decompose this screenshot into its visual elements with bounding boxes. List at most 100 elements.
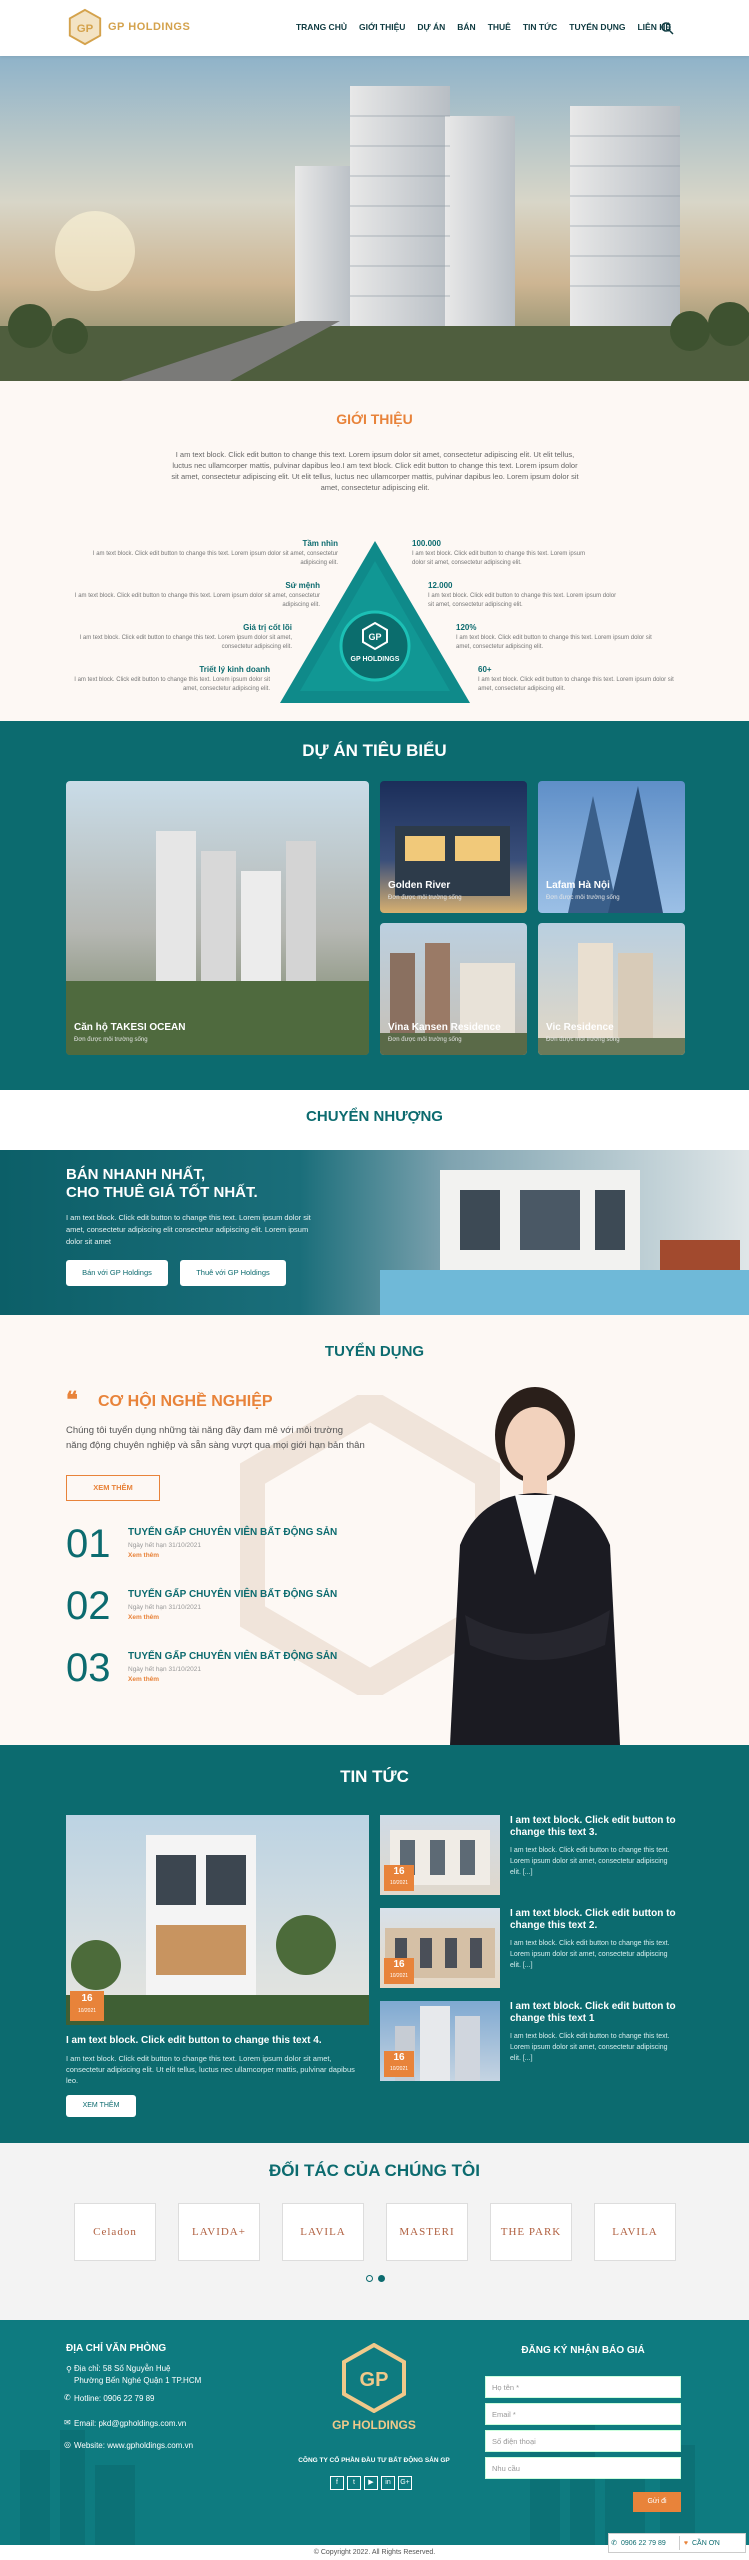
- job-more-link[interactable]: Xem thêm: [128, 1676, 159, 1683]
- project-card[interactable]: Lafam Hà Nội Đơn được môi trường sống: [538, 781, 685, 913]
- search-icon[interactable]: [660, 21, 674, 35]
- nav-item-rent[interactable]: THUÊ: [482, 22, 517, 32]
- date-month: 10/2021: [389, 1880, 409, 1886]
- job-item[interactable]: 01 TUYỂN GẤP CHUYÊN VIÊN BẤT ĐỘNG SẢN Ng…: [66, 1523, 396, 1571]
- partner-logo[interactable]: LAVILA: [282, 2203, 364, 2261]
- news-main-title[interactable]: I am text block. Click edit button to ch…: [66, 2035, 369, 2046]
- carousel-dot[interactable]: [366, 2275, 373, 2282]
- recruit-section: TUYỂN DỤNG ❝ CƠ HỘI NGHỀ NGHIỆP Chúng tô…: [0, 1315, 749, 1745]
- partner-logo[interactable]: LAVILA: [594, 2203, 676, 2261]
- intro-text: I am text block. Click edit button to ch…: [171, 450, 579, 492]
- email-field[interactable]: Email *: [485, 2403, 681, 2425]
- footer-logo-text: GP HOLDINGS: [332, 2418, 416, 2432]
- partner-logo[interactable]: THE PARK: [490, 2203, 572, 2261]
- transfer-section: CHUYỂN NHƯỢNG BÁN NHANH NHẤT, CHO THUÊ G…: [0, 1090, 749, 1315]
- project-card[interactable]: Golden River Đơn được môi trường sống: [380, 781, 527, 913]
- nav-item-recruit[interactable]: TUYỂN DỤNG: [563, 22, 631, 32]
- floating-phone[interactable]: 0906 22 79 89: [619, 2540, 679, 2547]
- intro-left-title: Giá trị cốt lõi: [243, 623, 292, 632]
- rent-button[interactable]: Thuê với GP Holdings: [180, 1260, 286, 1286]
- logo-text: GP HOLDINGS: [108, 21, 191, 33]
- intro-right-title: 120%: [456, 623, 477, 632]
- news-item-text: I am text block. Click edit button to ch…: [510, 2033, 670, 2062]
- intro-left-title: Triết lý kinh doanh: [199, 665, 270, 674]
- date-badge: 16 10/2021: [384, 1958, 414, 1984]
- floating-chat[interactable]: CẦN ƠN: [692, 2540, 720, 2547]
- date-month: 10/2021: [77, 2008, 97, 2014]
- job-title[interactable]: TUYỂN GẤP CHUYÊN VIÊN BẤT ĐỘNG SẢN: [128, 1589, 337, 1600]
- main-nav: TRANG CHỦ GIỚI THIỆU DỰ ÁN BÁN THUÊ TIN …: [290, 22, 677, 32]
- youtube-icon[interactable]: ▶: [364, 2476, 378, 2490]
- intro-left-text: I am text block. Click edit button to ch…: [74, 677, 270, 692]
- heart-icon: ♥: [683, 2539, 689, 2547]
- date-badge: 16 10/2021: [384, 1865, 414, 1891]
- name-field[interactable]: Họ tên *: [485, 2376, 681, 2398]
- job-title[interactable]: TUYỂN GẤP CHUYÊN VIÊN BẤT ĐỘNG SẢN: [128, 1527, 337, 1538]
- carousel-dot-active[interactable]: [378, 2275, 385, 2282]
- svg-text:GP: GP: [368, 632, 381, 642]
- linkedin-icon[interactable]: in: [381, 2476, 395, 2490]
- job-number: 03: [66, 1646, 111, 1690]
- project-image: [66, 831, 369, 1055]
- project-card[interactable]: Vina Kansen Residence Đơn được môi trườn…: [380, 923, 527, 1055]
- job-deadline: Ngày hết hạn 31/10/2021: [128, 1542, 202, 1549]
- intro-right-text: I am text block. Click edit button to ch…: [456, 635, 652, 650]
- job-title[interactable]: TUYỂN GẤP CHUYÊN VIÊN BẤT ĐỘNG SẢN: [128, 1651, 337, 1662]
- transfer-headline-2: CHO THUÊ GIÁ TỐT NHẤT.: [66, 1184, 258, 1201]
- partner-logo[interactable]: LAVIDA+: [178, 2203, 260, 2261]
- nav-item-sell[interactable]: BÁN: [451, 22, 481, 32]
- googleplus-icon[interactable]: G+: [398, 2476, 412, 2490]
- nav-item-home[interactable]: TRANG CHỦ: [290, 22, 353, 32]
- nav-item-about[interactable]: GIỚI THIỆU: [353, 22, 411, 32]
- submit-button[interactable]: Gửi đi: [633, 2492, 681, 2512]
- twitter-icon[interactable]: t: [347, 2476, 361, 2490]
- projects-title: DỰ ÁN TIÊU BIỂU: [302, 741, 447, 760]
- job-number: 01: [66, 1522, 111, 1566]
- site-logo[interactable]: GP GP HOLDINGS: [66, 7, 196, 47]
- news-more-button[interactable]: XEM THÊM: [66, 2095, 136, 2117]
- nav-item-projects[interactable]: DỰ ÁN: [411, 22, 451, 32]
- news-thumb: 16 10/2021: [380, 2001, 500, 2081]
- job-deadline: Ngày hết hạn 31/10/2021: [128, 1666, 202, 1673]
- project-sub: Đơn được môi trường sống: [388, 895, 462, 901]
- news-item[interactable]: 16 10/2021 I am text block. Click edit bu…: [380, 1815, 690, 1895]
- location-icon: ⚲: [66, 2365, 72, 2374]
- footer-company-name: CÔNG TY CỔ PHẦN ĐẦU TƯ BẤT ĐỘNG SẢN GP: [298, 2457, 450, 2464]
- footer-website[interactable]: Website: www.gpholdings.com.vn: [74, 2440, 193, 2451]
- news-item[interactable]: 16 10/2021 I am text block. Click edit bu…: [380, 1908, 690, 1988]
- nav-item-news[interactable]: TIN TỨC: [517, 22, 563, 32]
- project-sub: Đơn được môi trường sống: [388, 1037, 462, 1043]
- need-field[interactable]: Nhu cầu: [485, 2457, 681, 2479]
- project-card[interactable]: Vic Residence Đơn được môi trường sống: [538, 923, 685, 1055]
- center-logo-icon: GP: [362, 621, 388, 651]
- news-main-picture: [66, 1835, 369, 2025]
- recruit-more-button[interactable]: XEM THÊM: [66, 1475, 160, 1501]
- news-item[interactable]: 16 10/2021 I am text block. Click edit bu…: [380, 2001, 690, 2081]
- partner-logo[interactable]: Celadon: [74, 2203, 156, 2261]
- date-badge: 16 10/2021: [384, 2051, 414, 2077]
- job-more-link[interactable]: Xem thêm: [128, 1614, 159, 1621]
- news-item-title[interactable]: I am text block. Click edit button to ch…: [510, 1815, 690, 1839]
- project-name: Lafam Hà Nội: [546, 880, 610, 891]
- footer-hotline[interactable]: Hotline: 0906 22 79 89: [74, 2393, 155, 2404]
- project-image: [568, 786, 663, 913]
- job-item[interactable]: 02 TUYỂN GẤP CHUYÊN VIÊN BẤT ĐỘNG SẢN Ng…: [66, 1585, 396, 1633]
- news-item-title[interactable]: I am text block. Click edit button to ch…: [510, 1908, 690, 1932]
- date-day: 16: [393, 1959, 405, 1970]
- project-name: Golden River: [388, 880, 451, 891]
- news-section: TIN TỨC 16 10/2021 I am text block. Clic…: [0, 1745, 749, 2143]
- phone-field[interactable]: Số điện thoại: [485, 2430, 681, 2452]
- news-item-title[interactable]: I am text block. Click edit button to ch…: [510, 2001, 690, 2025]
- intro-left-text: I am text block. Click edit button to ch…: [79, 635, 292, 650]
- sell-button[interactable]: Bán với GP Holdings: [66, 1260, 168, 1286]
- hero-banner: [0, 56, 749, 381]
- job-item[interactable]: 03 TUYỂN GẤP CHUYÊN VIÊN BẤT ĐỘNG SẢN Ng…: [66, 1647, 396, 1695]
- partner-logo[interactable]: MASTERI: [386, 2203, 468, 2261]
- job-more-link[interactable]: Xem thêm: [128, 1552, 159, 1559]
- phone-icon: ✆: [611, 2540, 617, 2547]
- project-name: Căn hộ TAKESI OCEAN: [74, 1022, 186, 1033]
- facebook-icon[interactable]: f: [330, 2476, 344, 2490]
- project-card[interactable]: Căn hộ TAKESI OCEAN Đơn được môi trường …: [66, 781, 369, 1055]
- footer-email[interactable]: Email: pkd@gpholdings.com.vn: [74, 2418, 186, 2429]
- news-main-image[interactable]: 16 10/2021: [66, 1815, 369, 2025]
